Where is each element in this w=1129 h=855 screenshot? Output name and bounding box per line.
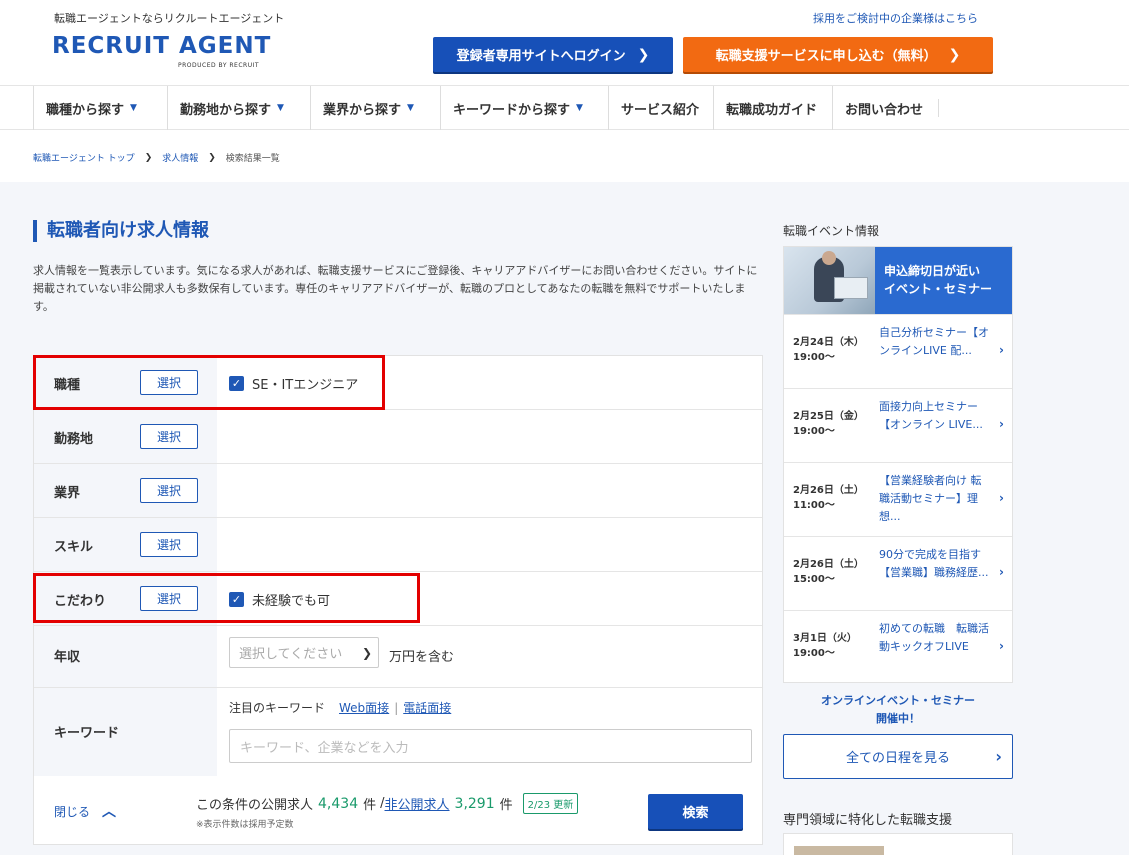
chevron-down-icon: ❯ (361, 645, 372, 660)
keyword-link-phone-interview[interactable]: 電話面接 (403, 699, 451, 716)
nav-item-contact[interactable]: お問い合わせ (832, 86, 935, 130)
filter-row-skill: スキル 選択 (34, 518, 762, 572)
chevron-down-icon: ▼ (576, 103, 583, 113)
chevron-right-icon: ❯ (948, 46, 961, 63)
featured-keywords: 注目のキーワード Web面接 | 電話面接 (229, 699, 452, 716)
search-button[interactable]: 検索 (648, 794, 743, 829)
keyword-link-web-interview[interactable]: Web面接 (339, 699, 389, 716)
keyword-input[interactable]: キーワード、企業などを入力 (229, 729, 752, 763)
page-title: 転職者向け求人情報 (33, 220, 209, 242)
private-count: 3,291 (454, 795, 495, 812)
breadcrumb-top[interactable]: 転職エージェント トップ (33, 151, 135, 164)
filter-label: 業界 (54, 486, 81, 501)
chevron-right-icon: › (999, 639, 1004, 653)
logo-text: RECRUIT AGENT (52, 33, 272, 59)
nav-item-industry[interactable]: 業界から探す ▼ (310, 86, 426, 130)
site-header: 転職エージェントならリクルートエージェント RECRUIT AGENT PROD… (0, 0, 1129, 86)
chevron-right-icon: › (999, 565, 1004, 579)
filter-row-industry: 業界 選択 (34, 464, 762, 518)
chevron-right-icon: › (999, 343, 1004, 357)
highlight-box-job (33, 355, 385, 410)
corporate-link[interactable]: 採用をご検討中の企業様はこちら (813, 10, 978, 26)
industry-select-button[interactable]: 選択 (140, 478, 198, 503)
chevron-right-icon: › (999, 491, 1004, 505)
nav-item-location[interactable]: 勤務地から探す ▼ (167, 86, 296, 130)
event-item[interactable]: 2月25日（金） 19:00〜 面接力向上セミナー【オンライン LIVE... › (784, 388, 1012, 462)
search-form-footer: 閉じる ︿ この条件の公開求人 4,434 件 / 非公開求人 3,291 件 … (34, 776, 762, 844)
event-title: 自己分析セミナー【オンラインLIVE 配... (879, 326, 989, 357)
nav-item-keyword[interactable]: キーワードから探す ▼ (440, 86, 595, 130)
income-unit: 万円を含む (389, 650, 455, 665)
breadcrumb-jobs[interactable]: 求人情報 (162, 151, 198, 164)
event-title: 面接力向上セミナー【オンライン LIVE... (879, 400, 983, 431)
chevron-right-icon: › (999, 417, 1004, 431)
count-note: ※表示件数は採用予定数 (196, 820, 294, 830)
chevron-down-icon: ▼ (277, 103, 284, 113)
event-item[interactable]: 3月1日（火） 19:00〜 初めての転職 転職活動キックオフLIVE › (784, 610, 1012, 684)
private-jobs-link[interactable]: 非公開求人 (385, 794, 450, 813)
site-tagline: 転職エージェントならリクルートエージェント (54, 12, 285, 25)
online-event-label: オンラインイベント・セミナー 開催中！ (821, 694, 975, 725)
public-count: 4,434 (318, 795, 359, 812)
result-count: この条件の公開求人 4,434 件 / 非公開求人 3,291 件 2/23 更… (196, 793, 579, 814)
breadcrumb: 転職エージェント トップ ❯ 求人情報 ❯ 検索結果一覧 (33, 151, 280, 165)
income-select[interactable]: 選択してください ❯ (229, 637, 379, 668)
chevron-right-icon: ❯ (144, 152, 153, 163)
global-nav: 職種から探す ▼ 勤務地から探す ▼ 業界から探す ▼ キーワードから探す ▼ サービス… (0, 86, 1129, 130)
nav-item-job[interactable]: 職種から探す ▼ (33, 86, 149, 130)
event-title: 初めての転職 転職活動キックオフLIVE (879, 622, 989, 653)
site-logo[interactable]: RECRUIT AGENT PRODUCED BY RECRUIT (52, 33, 282, 73)
event-item[interactable]: 2月26日（土） 15:00〜 90分で完成を目指す【営業職】職務経歴... › (784, 536, 1012, 610)
filter-row-location: 勤務地 選択 (34, 410, 762, 464)
filter-label: スキル (54, 540, 94, 555)
filter-row-keyword: キーワード 注目のキーワード Web面接 | 電話面接 キーワード、企業などを入… (34, 688, 762, 776)
event-item[interactable]: 2月24日（木） 19:00〜 自己分析セミナー【オンラインLIVE 配... › (784, 314, 1012, 388)
event-item[interactable]: 2月26日（土） 11:00〜 【営業経験者向け 転職活動セミナー】理想... › (784, 462, 1012, 536)
laptop-icon (834, 277, 868, 299)
specialized-support-card[interactable] (783, 833, 1013, 855)
chevron-right-icon: › (995, 747, 1002, 766)
nav-item-guide[interactable]: 転職成功ガイド (713, 86, 829, 130)
close-form-link[interactable]: 閉じる ︿ (54, 801, 116, 821)
login-button[interactable]: 登録者専用サイトへログイン ❯ (433, 37, 673, 72)
apply-button[interactable]: 転職支援サービスに申し込む（無料） ❯ (683, 37, 993, 72)
location-select-button[interactable]: 選択 (140, 424, 198, 449)
highlight-box-preference (33, 573, 420, 623)
event-banner[interactable]: 申込締切日が近い イベント・セミナー (784, 247, 1012, 314)
nav-item-service[interactable]: サービス紹介 (608, 86, 711, 130)
nav-divider (938, 99, 939, 117)
support-image (794, 846, 884, 855)
filter-label: キーワード (54, 726, 120, 741)
seminar-photo (784, 247, 875, 314)
breadcrumb-current: 検索結果一覧 (225, 154, 280, 164)
page-intro: 求人情報を一覧表示しています。気になる求人があれば、転職支援サービスにご登録後、… (33, 264, 758, 313)
chevron-right-icon: ❯ (637, 46, 650, 63)
update-badge: 2/23 更新 (522, 793, 579, 814)
filter-row-income: 年収 選択してください ❯ 万円を含む (34, 626, 762, 688)
all-schedule-button[interactable]: 全ての日程を見る › (783, 734, 1013, 779)
skill-select-button[interactable]: 選択 (140, 532, 198, 557)
logo-subtext: PRODUCED BY RECRUIT (178, 62, 260, 69)
chevron-down-icon: ▼ (407, 103, 414, 113)
event-panel: 申込締切日が近い イベント・セミナー 2月24日（木） 19:00〜 自己分析セミ… (783, 246, 1013, 683)
chevron-up-icon: ︿ (102, 804, 117, 820)
sidebar-title: 転職イベント情報 (783, 224, 880, 238)
filter-label: 年収 (54, 650, 81, 665)
event-title: 90分で完成を目指す【営業職】職務経歴... (879, 548, 989, 579)
chevron-down-icon: ▼ (130, 103, 137, 113)
chevron-right-icon: ❯ (208, 152, 216, 163)
event-title: 【営業経験者向け 転職活動セミナー】理想... (879, 474, 982, 523)
filter-label: 勤務地 (54, 432, 94, 447)
specialized-support-title: 専門領域に特化した転職支援 (783, 813, 953, 828)
